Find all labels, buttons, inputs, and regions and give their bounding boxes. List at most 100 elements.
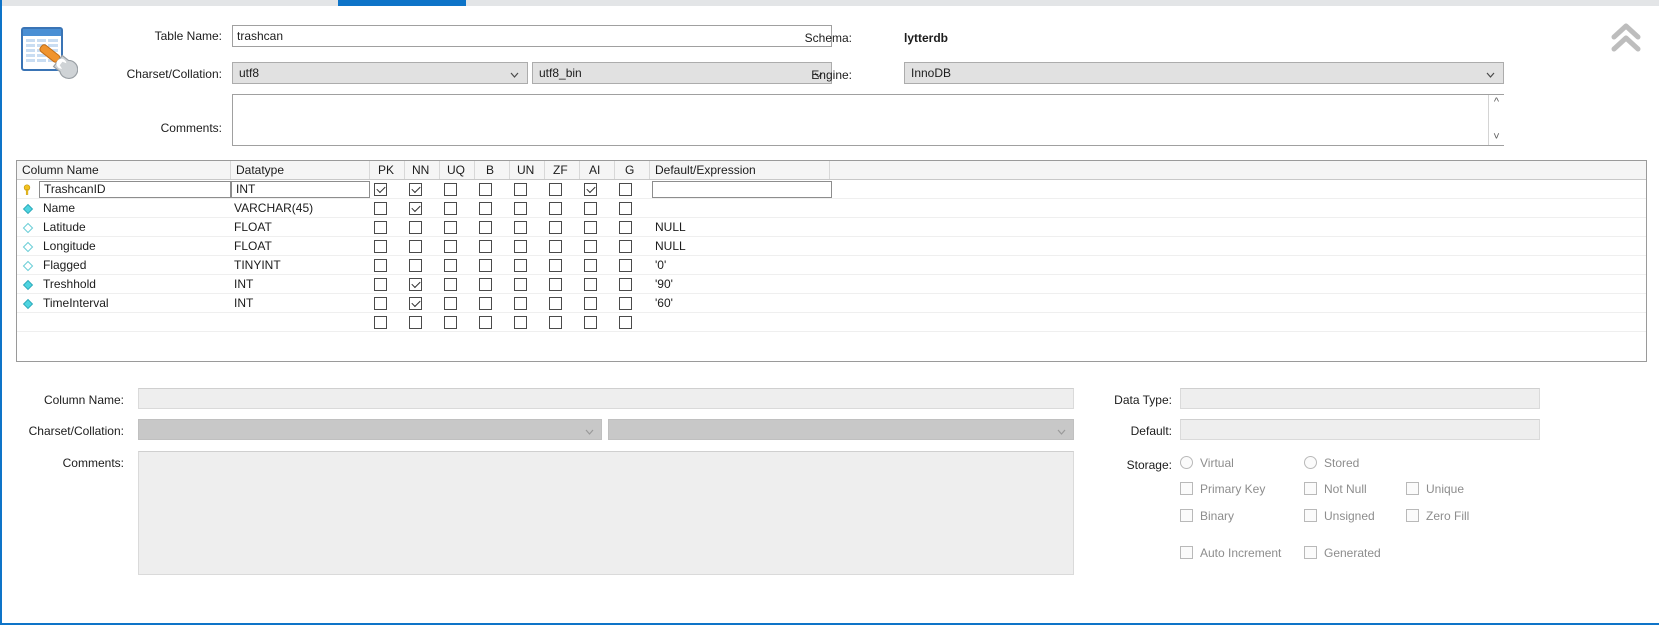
checkbox-zf[interactable] bbox=[549, 240, 562, 253]
cell-default-expression[interactable]: '90' bbox=[655, 275, 835, 294]
cell-default-expression[interactable] bbox=[655, 199, 835, 218]
comments-textarea[interactable] bbox=[232, 94, 1504, 146]
comments-scrollbar[interactable]: ^ ˅ bbox=[1488, 95, 1504, 145]
checkbox-g[interactable] bbox=[619, 316, 632, 329]
grid-header-pk[interactable]: PK bbox=[370, 161, 405, 179]
checkbox-nn[interactable] bbox=[409, 240, 422, 253]
checkbox-zf[interactable] bbox=[549, 297, 562, 310]
checkbox-ai[interactable] bbox=[584, 240, 597, 253]
checkbox-nn[interactable] bbox=[409, 202, 422, 215]
checkbox-primary-key[interactable] bbox=[1180, 482, 1193, 495]
checkbox-nn[interactable] bbox=[409, 259, 422, 272]
table-row[interactable]: Flagged TINYINT '0' bbox=[17, 256, 1646, 275]
table-row[interactable]: Treshhold INT '90' bbox=[17, 275, 1646, 294]
checkbox-b[interactable] bbox=[479, 259, 492, 272]
grid-header-b[interactable]: B bbox=[475, 161, 510, 179]
checkbox-g[interactable] bbox=[619, 259, 632, 272]
cell-datatype[interactable] bbox=[231, 313, 370, 332]
checkbox-ai[interactable] bbox=[584, 202, 597, 215]
checkbox-un[interactable] bbox=[514, 202, 527, 215]
checkbox-g[interactable] bbox=[619, 221, 632, 234]
checkbox-b[interactable] bbox=[479, 278, 492, 291]
grid-header-default[interactable]: Default/Expression bbox=[650, 161, 830, 179]
checkbox-pk[interactable] bbox=[374, 297, 387, 310]
checkbox-b[interactable] bbox=[479, 221, 492, 234]
checkbox-pk[interactable] bbox=[374, 202, 387, 215]
checkbox-zf[interactable] bbox=[549, 316, 562, 329]
grid-header-uq[interactable]: UQ bbox=[440, 161, 475, 179]
table-row[interactable] bbox=[17, 313, 1646, 332]
table-row[interactable]: TrashcanID INT bbox=[17, 180, 1646, 199]
checkbox-unsigned[interactable] bbox=[1304, 509, 1317, 522]
charset-select[interactable]: utf8 bbox=[232, 62, 528, 84]
grid-header-datatype[interactable]: Datatype bbox=[231, 161, 370, 179]
detail-collation-select[interactable] bbox=[608, 419, 1074, 440]
checkbox-uq[interactable] bbox=[444, 221, 457, 234]
table-row[interactable]: TimeInterval INT '60' bbox=[17, 294, 1646, 313]
checkbox-b[interactable] bbox=[479, 183, 492, 196]
radio-virtual[interactable] bbox=[1180, 456, 1193, 469]
detail-default-input[interactable] bbox=[1180, 419, 1540, 440]
scroll-down-icon[interactable]: ˅ bbox=[1493, 132, 1499, 143]
checkbox-pk[interactable] bbox=[374, 183, 387, 196]
grid-header-g[interactable]: G bbox=[615, 161, 650, 179]
checkbox-un[interactable] bbox=[514, 221, 527, 234]
cell-datatype[interactable]: FLOAT bbox=[231, 237, 370, 256]
checkbox-uq[interactable] bbox=[444, 240, 457, 253]
checkbox-un[interactable] bbox=[514, 278, 527, 291]
table-row[interactable]: Latitude FLOAT NULL bbox=[17, 218, 1646, 237]
checkbox-pk[interactable] bbox=[374, 316, 387, 329]
checkbox-uq[interactable] bbox=[444, 259, 457, 272]
collation-select[interactable]: utf8_bin bbox=[532, 62, 832, 84]
grid-header-ai[interactable]: AI bbox=[580, 161, 615, 179]
checkbox-zf[interactable] bbox=[549, 259, 562, 272]
checkbox-un[interactable] bbox=[514, 240, 527, 253]
checkbox-b[interactable] bbox=[479, 202, 492, 215]
cell-column-name[interactable]: Latitude bbox=[17, 218, 231, 237]
engine-select[interactable]: InnoDB bbox=[904, 62, 1504, 84]
checkbox-un[interactable] bbox=[514, 259, 527, 272]
checkbox-nn[interactable] bbox=[409, 316, 422, 329]
radio-stored[interactable] bbox=[1304, 456, 1317, 469]
cell-column-name[interactable] bbox=[17, 313, 231, 332]
cell-default-expression[interactable] bbox=[652, 181, 832, 198]
checkbox-g[interactable] bbox=[619, 202, 632, 215]
checkbox-un[interactable] bbox=[514, 297, 527, 310]
checkbox-zf[interactable] bbox=[549, 202, 562, 215]
checkbox-b[interactable] bbox=[479, 316, 492, 329]
checkbox-b[interactable] bbox=[479, 240, 492, 253]
cell-default-expression[interactable] bbox=[655, 313, 835, 332]
checkbox-b[interactable] bbox=[479, 297, 492, 310]
checkbox-ai[interactable] bbox=[584, 278, 597, 291]
cell-default-expression[interactable]: '0' bbox=[655, 256, 835, 275]
checkbox-pk[interactable] bbox=[374, 221, 387, 234]
checkbox-zf[interactable] bbox=[549, 221, 562, 234]
checkbox-un[interactable] bbox=[514, 183, 527, 196]
cell-datatype[interactable]: VARCHAR(45) bbox=[231, 199, 370, 218]
table-row[interactable]: Name VARCHAR(45) bbox=[17, 199, 1646, 218]
checkbox-uq[interactable] bbox=[444, 297, 457, 310]
scroll-up-icon[interactable]: ^ bbox=[1494, 97, 1499, 108]
detail-data-type-input[interactable] bbox=[1180, 388, 1540, 409]
checkbox-generated[interactable] bbox=[1304, 546, 1317, 559]
cell-default-expression[interactable]: '60' bbox=[655, 294, 835, 313]
detail-charset-select[interactable] bbox=[138, 419, 602, 440]
grid-header-zf[interactable]: ZF bbox=[545, 161, 580, 179]
cell-column-name[interactable]: TimeInterval bbox=[17, 294, 231, 313]
cell-datatype[interactable]: FLOAT bbox=[231, 218, 370, 237]
checkbox-nn[interactable] bbox=[409, 183, 422, 196]
grid-header-column-name[interactable]: Column Name bbox=[17, 161, 231, 179]
checkbox-nn[interactable] bbox=[409, 278, 422, 291]
checkbox-uq[interactable] bbox=[444, 183, 457, 196]
detail-comments-textarea[interactable] bbox=[138, 451, 1074, 575]
checkbox-zf[interactable] bbox=[549, 183, 562, 196]
detail-column-name-input[interactable] bbox=[138, 388, 1074, 409]
grid-header-un[interactable]: UN bbox=[510, 161, 545, 179]
cell-datatype[interactable]: INT bbox=[231, 294, 370, 313]
table-name-input[interactable] bbox=[232, 25, 832, 47]
checkbox-uq[interactable] bbox=[444, 202, 457, 215]
checkbox-pk[interactable] bbox=[374, 259, 387, 272]
cell-default-expression[interactable]: NULL bbox=[655, 218, 835, 237]
checkbox-ai[interactable] bbox=[584, 183, 597, 196]
cell-column-name[interactable]: Flagged bbox=[17, 256, 231, 275]
